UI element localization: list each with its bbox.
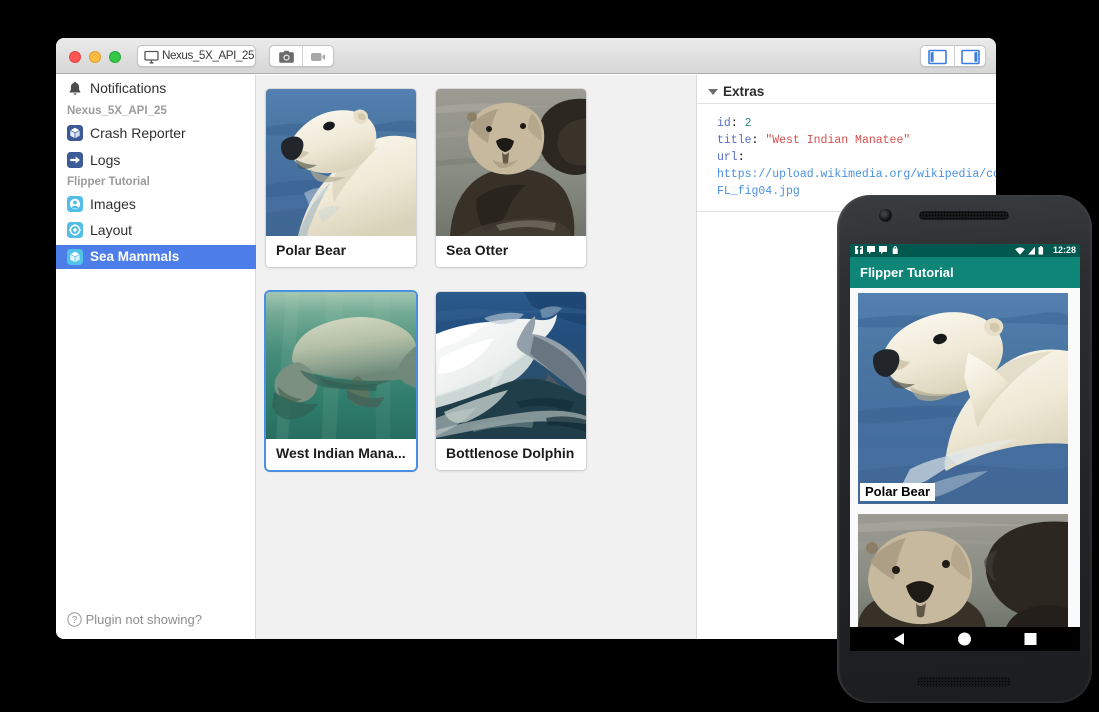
- svg-text:?: ?: [72, 615, 78, 626]
